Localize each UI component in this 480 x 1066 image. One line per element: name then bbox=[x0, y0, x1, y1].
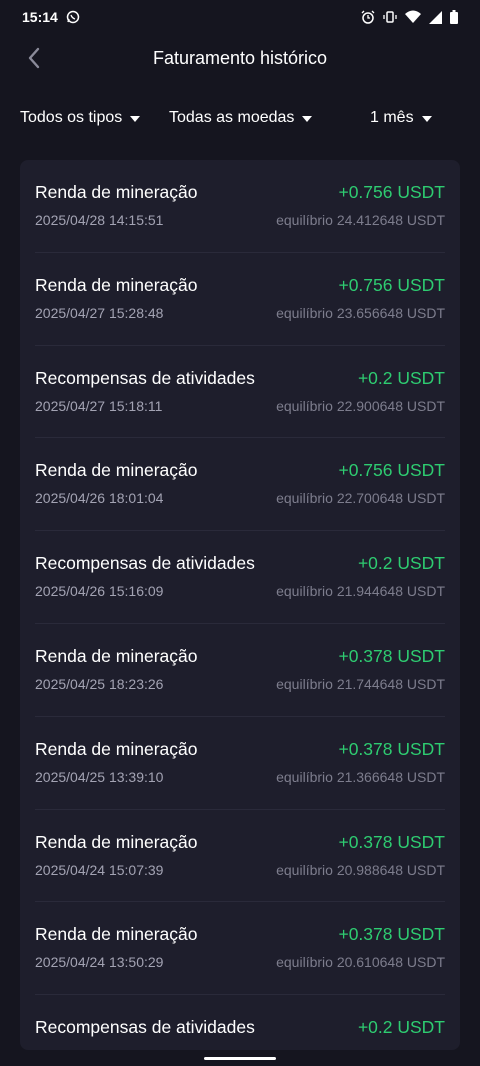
list-item[interactable]: Recompensas de atividades +0.2 USDT bbox=[35, 995, 445, 1050]
transaction-title: Renda de mineração bbox=[35, 182, 198, 202]
page-title: Faturamento histórico bbox=[152, 47, 328, 68]
caret-down-icon bbox=[130, 116, 141, 122]
list-item[interactable]: Renda de mineração +0.756 USDT 2025/04/2… bbox=[35, 253, 445, 346]
transaction-amount: +0.2 USDT bbox=[357, 1017, 445, 1038]
transaction-balance: equilíbrio 20.988648 USDT bbox=[276, 861, 445, 878]
transaction-date: 2025/04/26 15:16:09 bbox=[35, 583, 164, 600]
period-filter-label: 1 mês bbox=[370, 109, 414, 126]
transaction-balance: equilíbrio 21.944648 USDT bbox=[276, 583, 445, 600]
transaction-date: 2025/04/25 18:23:26 bbox=[35, 675, 164, 692]
back-button[interactable] bbox=[18, 42, 50, 74]
transaction-title: Recompensas de atividades bbox=[35, 1017, 255, 1038]
transaction-title: Renda de mineração bbox=[35, 738, 198, 759]
list-item[interactable]: Renda de mineração +0.756 USDT 2025/04/2… bbox=[35, 160, 445, 253]
type-filter-label: Todos os tipos bbox=[20, 109, 123, 126]
battery-icon bbox=[450, 10, 458, 24]
transaction-amount: +0.756 USDT bbox=[338, 460, 445, 481]
list-item[interactable]: Recompensas de atividades +0.2 USDT 2025… bbox=[35, 531, 445, 624]
transaction-date: 2025/04/27 15:18:11 bbox=[35, 397, 163, 414]
filter-bar: Todos os tipos Todas as moedas 1 mês bbox=[0, 100, 480, 136]
caret-down-icon bbox=[421, 116, 432, 122]
transaction-title: Renda de mineração bbox=[35, 645, 198, 666]
transaction-date: 2025/04/28 14:15:51 bbox=[35, 212, 164, 228]
signal-icon bbox=[429, 10, 442, 24]
transaction-list: Renda de mineração +0.756 USDT 2025/04/2… bbox=[20, 160, 460, 1050]
transaction-amount: +0.378 USDT bbox=[338, 645, 445, 666]
transaction-title: Recompensas de atividades bbox=[35, 367, 255, 388]
period-filter-dropdown[interactable]: 1 mês bbox=[370, 109, 432, 127]
transaction-balance: equilíbrio 21.744648 USDT bbox=[276, 675, 445, 692]
transaction-date: 2025/04/26 18:01:04 bbox=[35, 490, 164, 507]
transaction-amount: +0.378 USDT bbox=[338, 924, 445, 945]
currency-filter-label: Todas as moedas bbox=[169, 109, 295, 126]
wifi-icon bbox=[405, 10, 421, 24]
caret-down-icon bbox=[302, 116, 313, 122]
transaction-balance: equilíbrio 23.656648 USDT bbox=[276, 304, 445, 321]
transaction-date: 2025/04/27 15:28:48 bbox=[35, 304, 164, 321]
currency-filter-dropdown[interactable]: Todas as moedas bbox=[169, 109, 313, 127]
transaction-balance: equilíbrio 22.700648 USDT bbox=[276, 490, 445, 507]
list-item[interactable]: Renda de mineração +0.378 USDT 2025/04/2… bbox=[35, 902, 445, 996]
transaction-title: Renda de mineração bbox=[35, 831, 198, 852]
transaction-balance: equilíbrio 22.900648 USDT bbox=[276, 397, 445, 414]
transaction-balance: equilíbrio 20.610648 USDT bbox=[276, 954, 445, 971]
transaction-balance: equilíbrio 21.366648 USDT bbox=[276, 768, 445, 785]
type-filter-dropdown[interactable]: Todos os tipos bbox=[20, 109, 141, 127]
transaction-title: Renda de mineração bbox=[35, 274, 198, 295]
alarm-icon bbox=[361, 10, 375, 24]
chevron-left-icon bbox=[28, 47, 40, 69]
transaction-date: 2025/04/24 13:50:29 bbox=[35, 954, 164, 971]
list-item[interactable]: Recompensas de atividades +0.2 USDT 2025… bbox=[35, 346, 445, 439]
transaction-amount: +0.2 USDT bbox=[357, 553, 445, 574]
transaction-title: Recompensas de atividades bbox=[35, 553, 255, 574]
transaction-amount: +0.2 USDT bbox=[357, 367, 445, 388]
transaction-amount: +0.378 USDT bbox=[338, 831, 445, 852]
transaction-amount: +0.378 USDT bbox=[338, 738, 445, 759]
transaction-title: Renda de mineração bbox=[35, 924, 198, 945]
vibrate-icon bbox=[383, 10, 397, 24]
whatsapp-icon bbox=[66, 10, 80, 24]
transaction-amount: +0.756 USDT bbox=[338, 182, 445, 202]
transaction-date: 2025/04/24 15:07:39 bbox=[35, 861, 164, 878]
status-time: 15:14 bbox=[22, 9, 58, 25]
transaction-amount: +0.756 USDT bbox=[338, 274, 445, 295]
list-item[interactable]: Renda de mineração +0.378 USDT 2025/04/2… bbox=[35, 810, 445, 903]
home-indicator[interactable] bbox=[204, 1057, 276, 1060]
list-item[interactable]: Renda de mineração +0.378 USDT 2025/04/2… bbox=[35, 624, 445, 717]
app-header: Faturamento histórico bbox=[0, 36, 480, 80]
transaction-balance: equilíbrio 24.412648 USDT bbox=[276, 212, 445, 228]
transaction-date: 2025/04/25 13:39:10 bbox=[35, 768, 164, 785]
list-item[interactable]: Renda de mineração +0.378 USDT 2025/04/2… bbox=[35, 717, 445, 810]
status-bar: 15:14 bbox=[0, 0, 480, 34]
transaction-title: Renda de mineração bbox=[35, 460, 198, 481]
list-item[interactable]: Renda de mineração +0.756 USDT 2025/04/2… bbox=[35, 438, 445, 532]
